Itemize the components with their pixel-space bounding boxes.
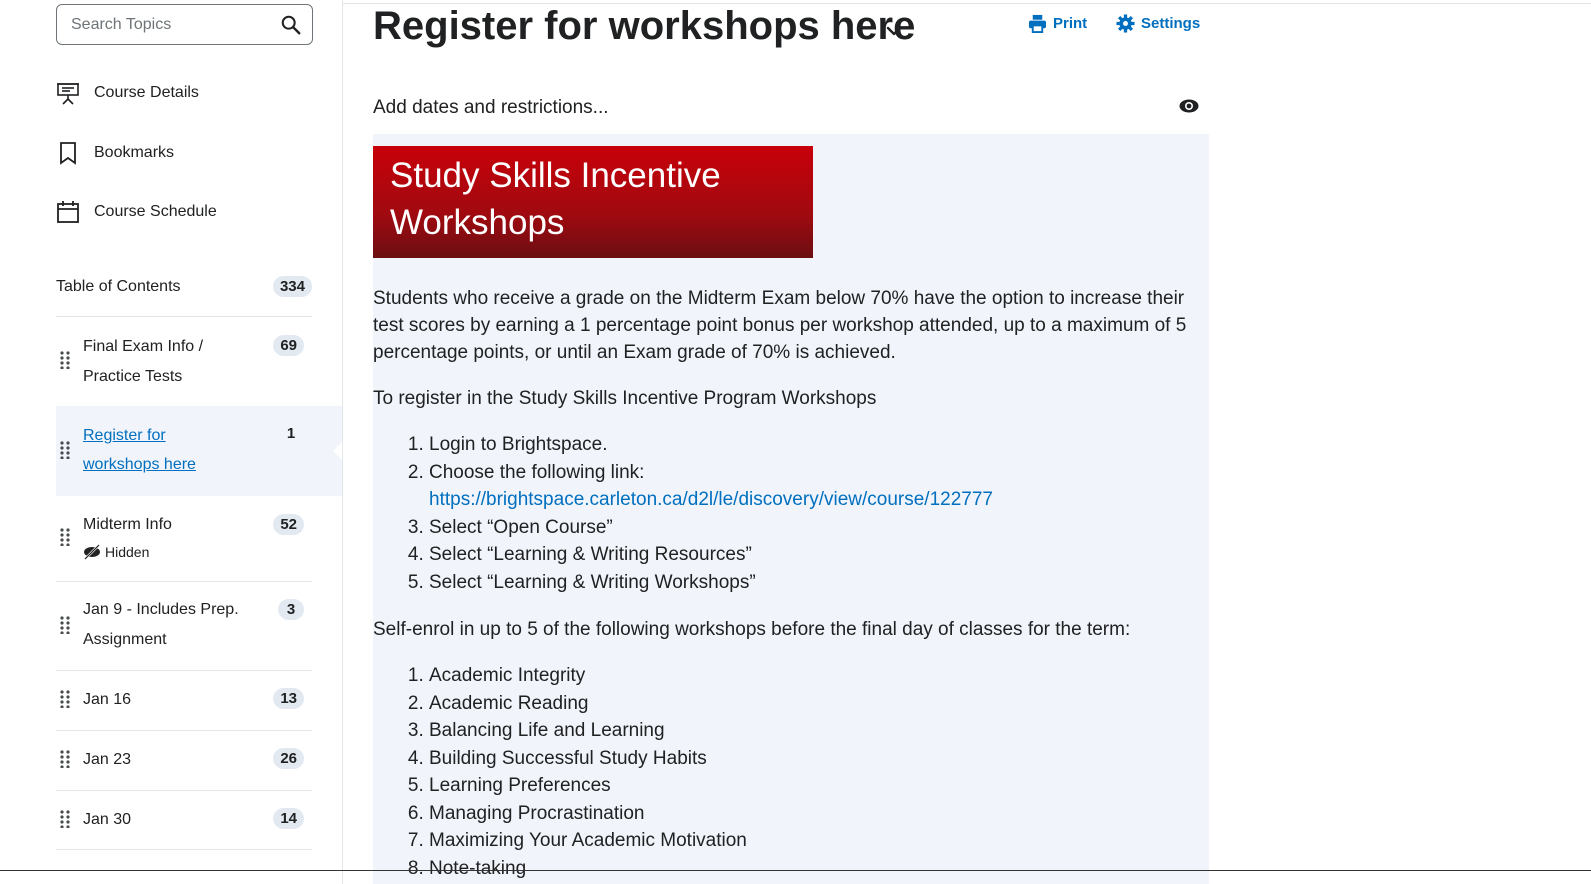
presentation-icon (57, 83, 79, 105)
bookmarks-link[interactable]: Bookmarks (56, 141, 174, 165)
workshop-item: Maximizing Your Academic Motivation (429, 827, 747, 855)
course-details-link[interactable]: Course Details (56, 81, 199, 105)
hidden-indicator: Hidden (83, 544, 149, 560)
sidebar: Course Details Bookmarks Course Schedule… (0, 0, 343, 884)
enrol-heading: Self-enrol in up to 5 of the following w… (373, 619, 1131, 640)
course-details-label: Course Details (94, 84, 199, 101)
unit-item-active[interactable]: Register for workshops here 1 (56, 406, 342, 496)
search-icon[interactable] (280, 14, 302, 36)
unit-count-badge: 14 (273, 808, 304, 829)
workshop-item: Managing Procrastination (429, 800, 747, 828)
unit-title: Jan 16 (83, 691, 132, 708)
settings-button[interactable]: Settings (1116, 14, 1200, 33)
step-text: Choose the following link: (429, 461, 645, 483)
bookmarks-label: Bookmarks (94, 144, 175, 161)
register-steps: Login to Brightspace. Choose the followi… (408, 431, 993, 596)
workshop-item: Note-taking (429, 855, 747, 883)
step-item: Login to Brightspace. (429, 431, 993, 459)
unit-title: Jan 30 (83, 811, 132, 828)
unit-title: Final Exam Info / (83, 338, 204, 355)
unit-item[interactable]: Jan 23 26 (56, 730, 312, 790)
gear-icon (1116, 14, 1135, 33)
unit-item[interactable]: Jan 16 13 (56, 670, 312, 730)
course-schedule-label: Course Schedule (94, 203, 217, 220)
drag-handle-icon[interactable] (60, 690, 70, 708)
chevron-down-icon[interactable] (885, 22, 903, 40)
intro-paragraph: Students who receive a grade on the Midt… (373, 288, 1187, 363)
workshop-banner: Study Skills Incentive Workshops (373, 146, 813, 258)
eye-slash-icon (84, 544, 100, 560)
unit-item[interactable]: Jan 9 - Includes Prep. Assignment 3 (56, 581, 312, 670)
search-box (56, 4, 313, 45)
workshop-item: Learning Preferences (429, 772, 747, 800)
unit-title-cont: Assignment (83, 631, 167, 648)
workshop-list: Academic Integrity Academic Reading Bala… (408, 662, 747, 882)
course-discovery-link[interactable]: https://brightspace.carleton.ca/d2l/le/d… (429, 489, 993, 510)
printer-icon (1028, 14, 1047, 33)
toc-count-badge: 334 (272, 276, 312, 297)
drag-handle-icon[interactable] (60, 750, 70, 768)
drag-handle-icon[interactable] (60, 351, 70, 369)
unit-title-link-cont[interactable]: workshops here (83, 450, 196, 480)
banner-title-line2: Workshops (390, 203, 565, 242)
add-dates-restrictions-link[interactable]: Add dates and restrictions... (373, 97, 609, 119)
register-heading: To register in the Study Skills Incentiv… (373, 388, 877, 409)
workshop-item: Building Successful Study Habits (429, 745, 747, 773)
unit-list: Final Exam Info / Practice Tests 69 Regi… (56, 316, 342, 850)
step-item: Select “Learning & Writing Resources” (429, 541, 993, 569)
unit-title: Jan 9 - Includes Prep. (83, 601, 239, 618)
unit-count-badge: 3 (278, 599, 304, 620)
workshop-item: Academic Integrity (429, 662, 747, 690)
unit-count-badge: 52 (273, 514, 304, 535)
step-item: Select “Open Course” (429, 514, 993, 542)
unit-title-cont: Practice Tests (83, 368, 183, 385)
drag-handle-icon[interactable] (60, 441, 70, 459)
content-panel: Study Skills Incentive Workshops Student… (373, 134, 1209, 884)
unit-count-badge: 69 (273, 335, 304, 356)
unit-item[interactable]: Jan 30 14 (56, 790, 312, 850)
unit-title-link[interactable]: Register for (83, 421, 166, 451)
print-label: Print (1053, 15, 1088, 32)
unit-count-badge: 1 (286, 425, 296, 442)
unit-title: Midterm Info (83, 516, 172, 533)
drag-handle-icon[interactable] (60, 528, 70, 546)
page-title: Register for workshops here (373, 4, 916, 48)
search-input[interactable] (71, 15, 271, 34)
eye-icon[interactable] (1179, 98, 1199, 114)
bottom-divider (0, 870, 1591, 871)
workshop-item: Balancing Life and Learning (429, 717, 747, 745)
workshop-item: Academic Reading (429, 690, 747, 718)
step-item: Choose the following link: https://bright… (429, 459, 993, 514)
print-button[interactable]: Print (1028, 14, 1087, 33)
step-item: Select “Learning & Writing Workshops” (429, 569, 993, 597)
banner-title-line1: Study Skills Incentive (390, 156, 721, 195)
toc-label: Table of Contents (56, 277, 181, 295)
unit-item[interactable]: Final Exam Info / Practice Tests 69 (56, 316, 312, 406)
calendar-icon (57, 201, 79, 223)
course-schedule-link[interactable]: Course Schedule (56, 200, 217, 224)
settings-label: Settings (1141, 15, 1201, 32)
drag-handle-icon[interactable] (60, 616, 70, 634)
bookmark-icon (60, 142, 76, 165)
unit-count-badge: 26 (273, 748, 304, 769)
hidden-label: Hidden (105, 544, 150, 560)
drag-handle-icon[interactable] (60, 810, 70, 828)
unit-title: Jan 23 (83, 751, 132, 768)
unit-count-badge: 13 (273, 688, 304, 709)
table-of-contents-header[interactable]: Table of Contents 334 (56, 276, 312, 297)
unit-item[interactable]: Midterm Info Hidden 52 (56, 496, 312, 581)
